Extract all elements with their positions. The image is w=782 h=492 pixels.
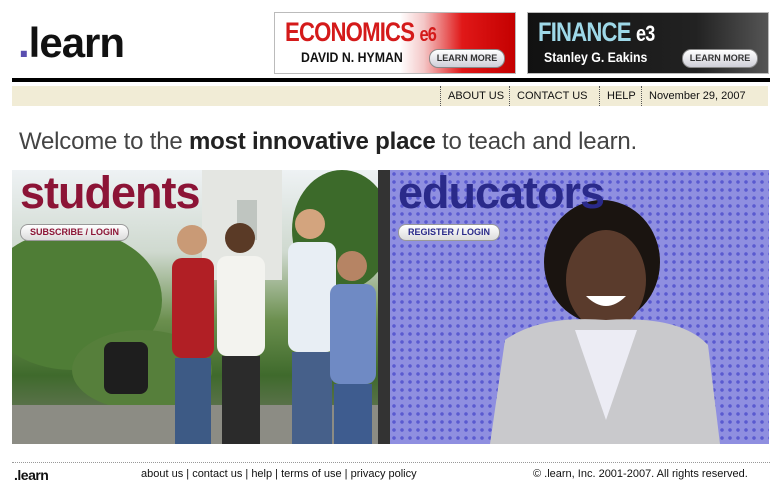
panel-divider bbox=[378, 170, 390, 444]
nav-contact-us-link[interactable]: CONTACT US bbox=[509, 86, 588, 106]
footer-about-us-link[interactable]: about us bbox=[141, 468, 183, 480]
top-nav-bar: ABOUT US CONTACT US HELP November 29, 20… bbox=[12, 86, 768, 106]
educators-panel[interactable]: educators REGISTER / LOGIN bbox=[390, 170, 769, 444]
educators-heading: educators bbox=[398, 170, 605, 218]
logo-dot: . bbox=[18, 19, 30, 66]
footer-copyright: © .learn, Inc. 2001-2007. All rights res… bbox=[533, 468, 748, 480]
economics-ad-title: ECONOMICS e6 bbox=[285, 17, 437, 47]
finance-ad-edition: e3 bbox=[636, 21, 655, 46]
economics-learn-more-button[interactable]: LEARN MORE bbox=[429, 49, 505, 68]
nav-about-us-link[interactable]: ABOUT US bbox=[440, 86, 504, 106]
students-heading: students bbox=[20, 170, 201, 218]
welcome-part-1: Welcome to the bbox=[19, 128, 189, 155]
footer-separator: | bbox=[183, 468, 193, 480]
finance-ad-banner[interactable]: FINANCE e3 Stanley G. Eakins LEARN MORE bbox=[527, 12, 769, 74]
economics-ad-author: DAVID N. HYMAN bbox=[301, 49, 403, 65]
economics-ad-banner[interactable]: ECONOMICS e6 DAVID N. HYMAN LEARN MORE bbox=[274, 12, 516, 74]
footer-privacy-policy-link[interactable]: privacy policy bbox=[351, 468, 417, 480]
site-logo[interactable]: .learn bbox=[18, 19, 125, 66]
welcome-part-2: to teach and learn. bbox=[435, 128, 638, 155]
footer-logo[interactable]: .learn bbox=[14, 467, 49, 483]
economics-ad-title-text: ECONOMICS bbox=[285, 17, 415, 47]
footer-separator: | bbox=[341, 468, 351, 480]
footer-links: about us | contact us | help | terms of … bbox=[141, 468, 417, 480]
nav-date: November 29, 2007 bbox=[641, 86, 746, 106]
finance-ad-title: FINANCE e3 bbox=[538, 17, 655, 47]
economics-ad-edition: e6 bbox=[419, 24, 437, 46]
educators-register-login-button[interactable]: REGISTER / LOGIN bbox=[398, 224, 501, 241]
footer-contact-us-link[interactable]: contact us bbox=[192, 468, 242, 480]
nav-help-link[interactable]: HELP bbox=[599, 86, 636, 106]
welcome-emphasis: most innovative place bbox=[188, 128, 436, 155]
footer-help-link[interactable]: help bbox=[251, 468, 272, 480]
footer-separator: | bbox=[242, 468, 252, 480]
footer-divider bbox=[12, 462, 770, 463]
footer-terms-of-use-link[interactable]: terms of use bbox=[281, 468, 342, 480]
finance-learn-more-button[interactable]: LEARN MORE bbox=[682, 49, 758, 68]
finance-ad-author: Stanley G. Eakins bbox=[544, 49, 648, 65]
students-panel[interactable]: students SUBSCRIBE / LOGIN bbox=[12, 170, 378, 444]
students-subscribe-login-button[interactable]: SUBSCRIBE / LOGIN bbox=[20, 224, 130, 241]
logo-text: learn bbox=[28, 19, 125, 66]
footer-separator: | bbox=[272, 468, 282, 480]
finance-ad-title-text: FINANCE bbox=[538, 17, 631, 47]
welcome-heading: Welcome to the most innovative place to … bbox=[19, 128, 637, 156]
header-rule bbox=[12, 78, 770, 82]
